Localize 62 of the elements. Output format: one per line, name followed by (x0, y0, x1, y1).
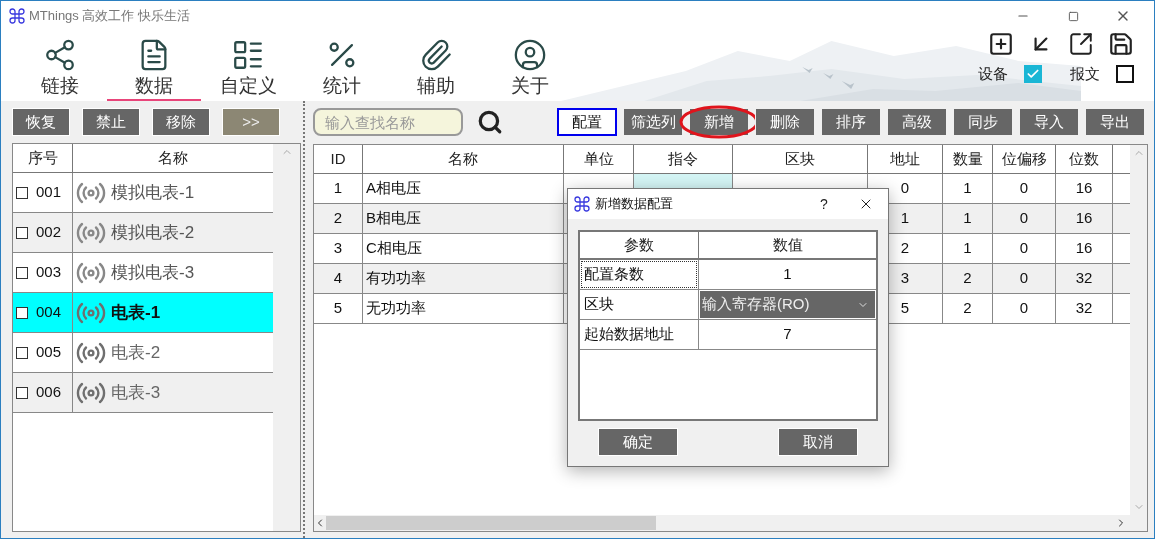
parameter-label: 配置条数 (581, 261, 697, 288)
table-cell-text: 5 (900, 298, 910, 319)
table-cell-text: 0 (1019, 208, 1029, 229)
table-cell-text: 16 (1075, 208, 1093, 229)
row-number: 005 (36, 342, 62, 363)
table-cell-text: 16 (1075, 178, 1093, 199)
device-name: 电表-2 (111, 341, 161, 364)
row-number: 004 (36, 302, 62, 323)
table-cell-text: 0 (1019, 298, 1029, 319)
row-number: 003 (36, 262, 62, 283)
table-cell-text: 32 (1075, 298, 1093, 319)
row-number: 001 (36, 182, 62, 203)
column-header: 名称 (363, 145, 564, 173)
table-cell-text: 0 (1019, 238, 1029, 259)
device-name: 电表-1 (111, 301, 161, 324)
table-cell-text: 2 (963, 298, 972, 319)
table-cell-text: 32 (1075, 268, 1093, 289)
column-header: 位数 (1056, 145, 1113, 173)
dialog-title: 新增数据配置 (595, 195, 673, 214)
device-name: 模拟电表-2 (111, 221, 195, 244)
table-cell-text: 1 (900, 208, 910, 229)
column-header: 参数 (580, 232, 699, 258)
table-cell-text: 1 (963, 178, 972, 199)
table-cell-text: 3 (333, 238, 343, 259)
option-label: 报文 (1070, 64, 1100, 84)
parameter-label: 起始数据地址 (583, 324, 675, 345)
table-cell-text: A相电压 (366, 178, 421, 199)
row-number: 002 (36, 222, 62, 243)
column-header: 名称 (157, 147, 189, 168)
table-cell-text: C相电压 (366, 238, 422, 259)
device-name: 模拟电表-1 (111, 181, 195, 204)
table-cell-text: 0 (900, 178, 910, 199)
column-header: 序号 (13, 144, 73, 172)
column-header: 单位 (564, 145, 634, 173)
table-cell-text: 2 (333, 208, 343, 229)
table-cell-text: 有功功率 (366, 268, 426, 289)
table-cell-text: 无功功率 (366, 298, 426, 319)
table-cell-text: 1 (963, 208, 972, 229)
table-cell-text: 2 (900, 238, 910, 259)
row-number: 006 (36, 382, 62, 403)
table-cell-text: 4 (333, 268, 343, 289)
column-header: 数量 (943, 145, 993, 173)
table-cell-text: 0 (1019, 268, 1029, 289)
column-header: 区块 (733, 145, 868, 173)
column-header: 数值 (771, 234, 804, 255)
table-cell-text: 2 (963, 268, 972, 289)
parameter-label: 区块 (583, 294, 615, 315)
table-cell-text: 1 (333, 178, 343, 199)
window-title: MThings 高效工作 快乐生活 (29, 7, 191, 26)
column-header: 指令 (634, 145, 733, 173)
column-header: 地址 (868, 145, 943, 173)
device-name: 模拟电表-3 (111, 261, 195, 284)
table-cell-text: 5 (333, 298, 343, 319)
table-cell-text: 1 (963, 238, 972, 259)
column-header: 位偏移 (993, 145, 1056, 173)
table-cell-text: 3 (900, 268, 910, 289)
table-cell-text: 0 (1019, 178, 1029, 199)
table-cell-text: B相电压 (366, 208, 421, 229)
table-cell-text: 16 (1075, 238, 1093, 259)
option-label: 设备 (978, 64, 1008, 84)
device-name: 电表-3 (111, 381, 161, 404)
column-header: ID (314, 145, 363, 173)
